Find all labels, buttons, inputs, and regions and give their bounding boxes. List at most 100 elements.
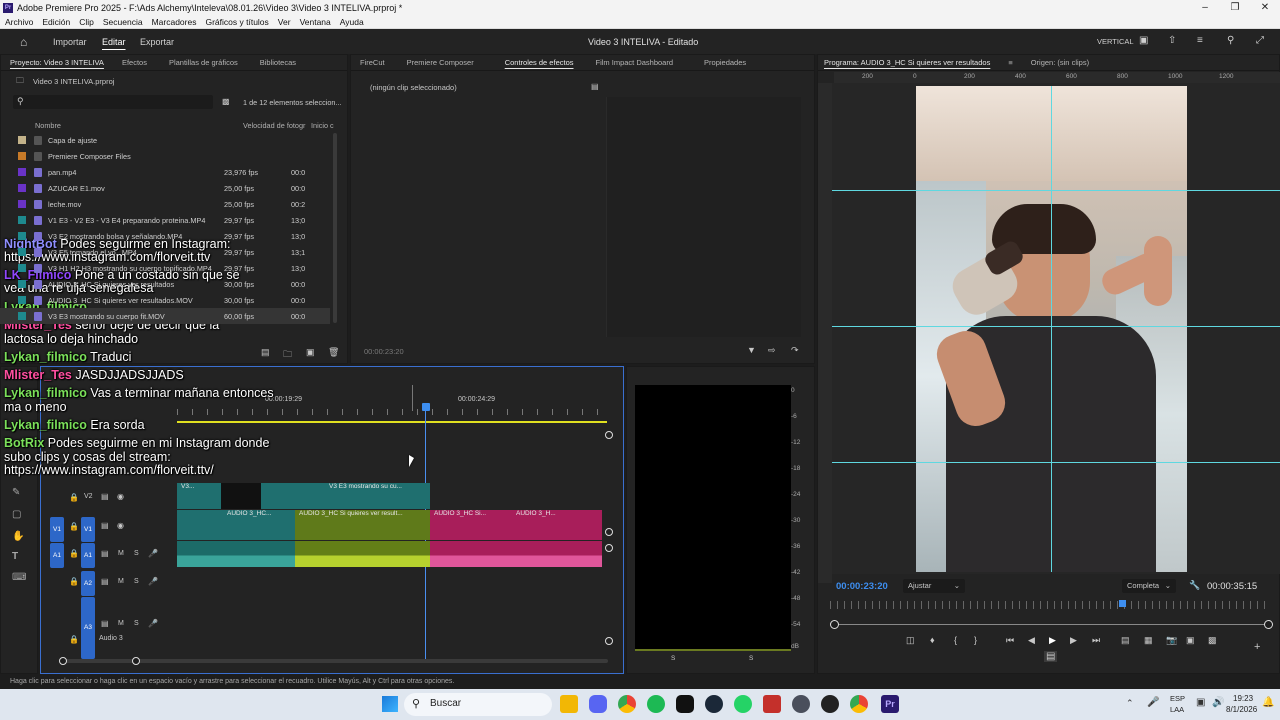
panel-icon[interactable]: ▣	[1139, 35, 1148, 46]
wrench-icon[interactable]: 🔧	[1189, 580, 1200, 591]
menu-clip[interactable]: Clip	[79, 17, 94, 27]
program-zoom-bar[interactable]	[834, 624, 1264, 625]
mic-icon[interactable]: 🎤	[148, 549, 158, 558]
zoom-handle-left[interactable]	[830, 620, 839, 629]
mic-tray-icon[interactable]: 🎤	[1147, 697, 1159, 708]
solo-button[interactable]: S	[134, 578, 139, 585]
program-playhead[interactable]	[1119, 600, 1126, 607]
tab-graphics-templates[interactable]: Plantillas de gráficos	[156, 58, 247, 67]
clip-v2[interactable]: V3...	[177, 483, 221, 509]
trim-icon[interactable]: ▩	[1208, 635, 1217, 646]
clock-time[interactable]: 19:23	[1233, 694, 1253, 703]
chevron-up-icon[interactable]: ⌃	[1126, 698, 1134, 709]
play-icon[interactable]: ▶	[1049, 635, 1056, 646]
lock-icon[interactable]: 🔒	[69, 522, 79, 531]
in-point-icon[interactable]: {	[954, 635, 957, 645]
compare-icon[interactable]: ▣	[1186, 635, 1195, 646]
spotify-icon[interactable]	[647, 695, 665, 713]
hand-icon[interactable]: ✋	[12, 531, 24, 542]
label-color-swatch[interactable]	[18, 200, 26, 208]
trash-icon[interactable]: 🗑	[328, 347, 339, 358]
list-item[interactable]: leche.mov 25,00 fps 00:2	[0, 196, 330, 212]
clip-v2-fit[interactable]: V3 E3 mostrando su cu...	[295, 483, 430, 509]
track-scroll-handle[interactable]	[605, 431, 613, 439]
menu-ver[interactable]: Ver	[278, 17, 291, 27]
marker-icon[interactable]: ♦	[930, 635, 935, 645]
minimize-icon[interactable]: –	[1190, 0, 1220, 15]
timeline-view-icon[interactable]: ▤	[591, 82, 599, 91]
list-item[interactable]: AZUCAR E1.mov 25,00 fps 00:0	[0, 180, 330, 196]
track-scroll-handle[interactable]	[605, 637, 613, 645]
tab-properties[interactable]: Propiedades	[682, 58, 755, 67]
list-item[interactable]: pan.mp4 23,976 fps 00:0	[0, 164, 330, 180]
label-color-swatch[interactable]	[18, 280, 26, 288]
timeline-playhead[interactable]	[422, 403, 430, 411]
obs-icon[interactable]	[821, 695, 839, 713]
target-v1[interactable]: V1	[81, 517, 95, 542]
layout-selector[interactable]: VERTICAL	[1097, 37, 1134, 46]
toggle-proxy-icon[interactable]: ▤	[1044, 651, 1058, 662]
fit-dropdown[interactable]: Ajustar ⌄	[903, 579, 965, 593]
eye-icon[interactable]: ◉	[117, 521, 124, 530]
zoom-handle-right[interactable]	[1264, 620, 1273, 629]
taskbar-search[interactable]: ⚲ Buscar	[404, 693, 552, 716]
solo-left[interactable]: S	[671, 655, 675, 662]
fullscreen-icon[interactable]: ⤢	[1256, 35, 1264, 46]
bin-icon[interactable]: ▩	[222, 97, 230, 106]
list-item[interactable]: Premiere Composer Files	[0, 148, 330, 164]
label-color-swatch[interactable]	[18, 136, 26, 144]
home-icon[interactable]: ⌂	[20, 35, 27, 49]
label-color-swatch[interactable]	[18, 232, 26, 240]
recording-app-icon[interactable]	[763, 695, 781, 713]
nav-importar[interactable]: Importar	[53, 37, 87, 47]
program-current-time[interactable]: 00:00:23:20	[836, 581, 888, 592]
program-menu-icon[interactable]: ≡	[999, 58, 1021, 67]
project-scrollbar[interactable]	[333, 133, 337, 323]
solo-right[interactable]: S	[749, 655, 753, 662]
source-v1[interactable]: V1	[50, 517, 64, 542]
type-tool-icon[interactable]: T	[12, 551, 18, 562]
zoom-handle-left[interactable]	[59, 657, 67, 665]
solo-button[interactable]: S	[134, 620, 139, 627]
zoom-icon[interactable]: ⚲	[1227, 35, 1234, 46]
lock-icon[interactable]: 🔒	[69, 577, 79, 586]
premiere-taskbar-icon[interactable]: Pr	[881, 695, 899, 713]
track-scroll-handle[interactable]	[605, 528, 613, 536]
clip-v1[interactable]: AUDIO 3_HC...	[177, 510, 295, 540]
step-forward-icon[interactable]: ▶	[1070, 635, 1077, 646]
menu-secuencia[interactable]: Secuencia	[103, 17, 143, 27]
chrome-profile-icon[interactable]	[850, 695, 868, 713]
new-file-icon[interactable]: ▣	[306, 347, 315, 358]
label-color-swatch[interactable]	[18, 264, 26, 272]
audio-app-icon[interactable]	[792, 695, 810, 713]
network-icon[interactable]: ▣	[1196, 697, 1205, 708]
extract-icon[interactable]: ▦	[1144, 635, 1153, 646]
work-area-bar[interactable]	[177, 421, 607, 423]
target-a1[interactable]: A1	[81, 543, 95, 568]
steam-icon[interactable]	[705, 695, 723, 713]
quality-dropdown[interactable]: Completa ⌄	[1122, 579, 1176, 593]
lang-primary[interactable]: ESP	[1170, 694, 1185, 703]
camera-icon[interactable]: 📷	[1166, 635, 1177, 646]
sync-icon[interactable]: ▤	[101, 492, 109, 501]
list-item[interactable]: V3 E3 mostrando su cuerpo fit.MOV 60,00 f…	[0, 308, 330, 324]
label-color-swatch[interactable]	[18, 312, 26, 320]
rectangle-icon[interactable]: ▢	[12, 509, 21, 520]
tab-libraries[interactable]: Bibliotecas	[247, 58, 305, 67]
label-color-swatch[interactable]	[18, 296, 26, 304]
list-item[interactable]: AUDIO 3_HC Si quieres ver resultados.MOV…	[0, 292, 330, 308]
tab-source[interactable]: Origen: (sin clips)	[1022, 58, 1098, 67]
clip-v2[interactable]	[261, 483, 295, 509]
track-scroll-handle[interactable]	[605, 544, 613, 552]
project-search-input[interactable]: ⚲	[13, 95, 213, 109]
col-fps[interactable]: Velocidad de fotogr	[243, 121, 305, 130]
discord-icon[interactable]	[589, 695, 607, 713]
nav-editar[interactable]: Editar	[102, 37, 126, 47]
whatsapp-icon[interactable]	[734, 695, 752, 713]
go-to-out-icon[interactable]: ⏭	[1092, 635, 1100, 646]
new-bin-icon[interactable]: 🗀	[283, 347, 292, 363]
video-canvas[interactable]	[832, 83, 1280, 574]
go-to-in-icon[interactable]: ⏮	[1006, 635, 1014, 646]
label-color-swatch[interactable]	[18, 168, 26, 176]
mute-button[interactable]: M	[118, 550, 124, 557]
